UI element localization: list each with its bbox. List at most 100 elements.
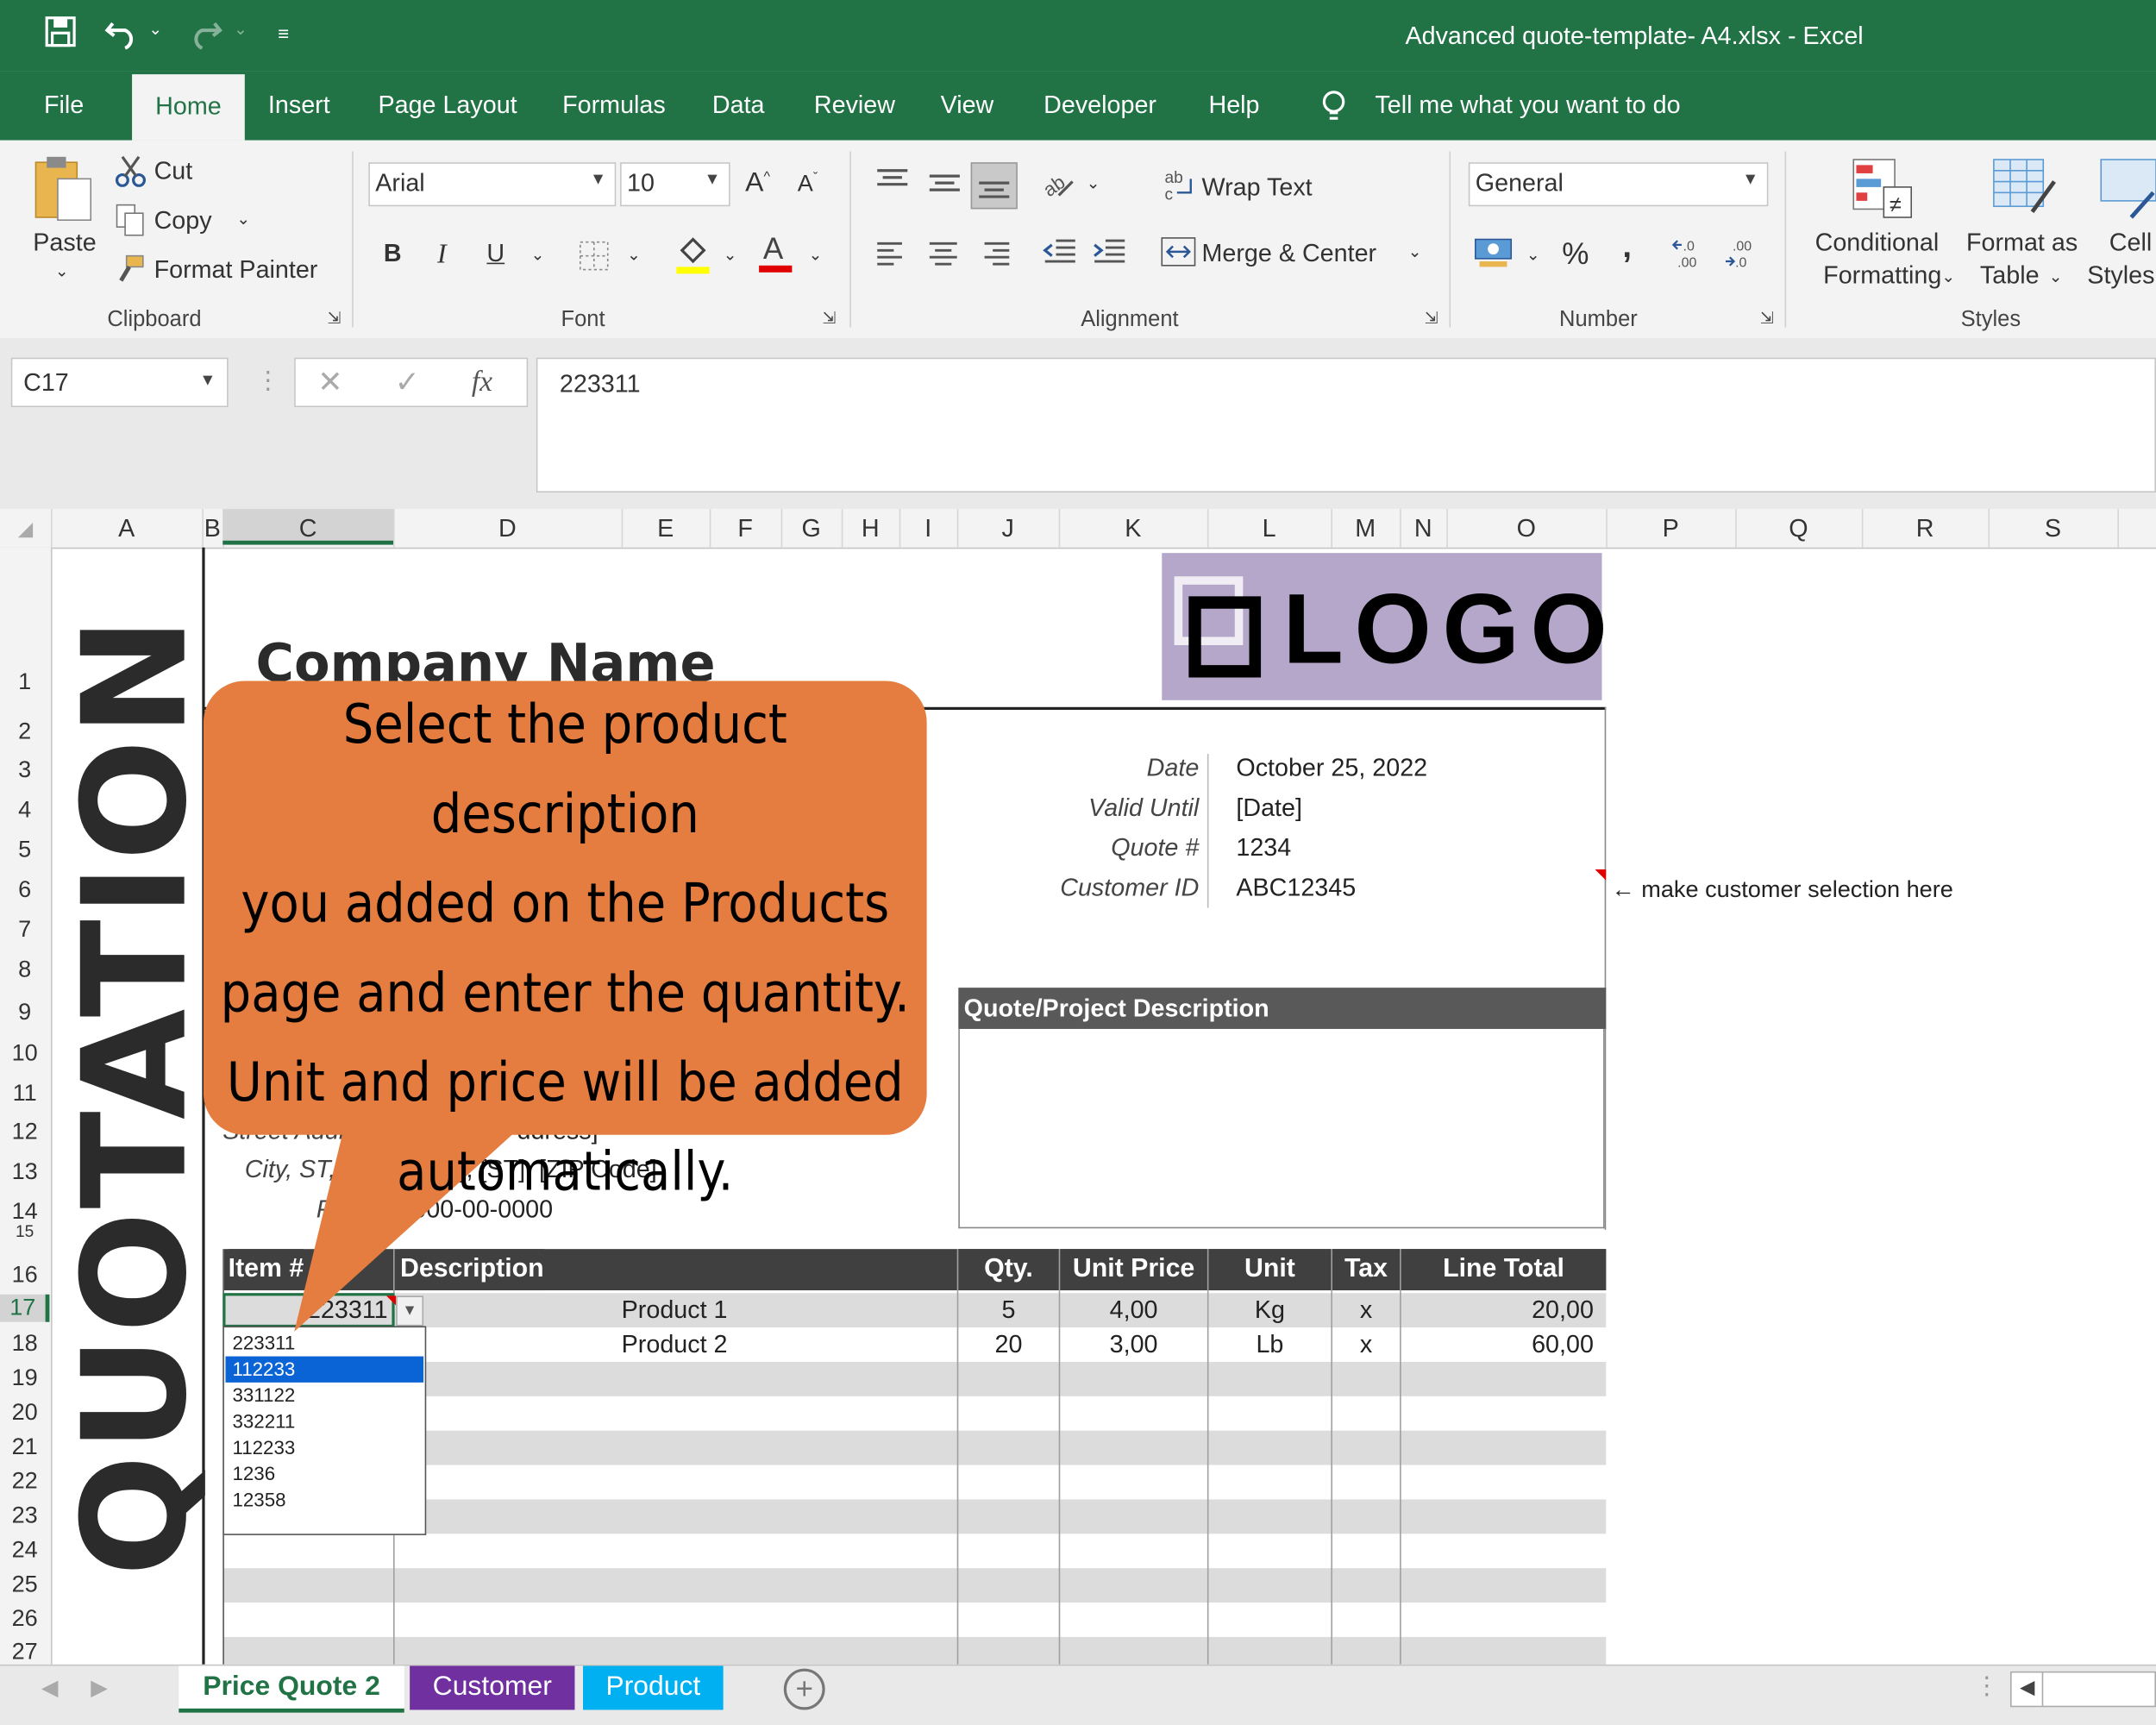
redo-icon[interactable]	[185, 14, 223, 58]
row-header[interactable]: 4	[0, 796, 49, 824]
dropdown-option[interactable]: 331122	[225, 1383, 423, 1408]
table-row[interactable]: 60,00	[1401, 1330, 1594, 1358]
col-header-j[interactable]: J	[957, 514, 1059, 543]
copy-dropdown-icon[interactable]: ⌄	[236, 209, 250, 228]
tab-view[interactable]: View	[941, 91, 994, 119]
paste-dropdown-icon[interactable]: ⌄	[55, 261, 69, 280]
accounting-dropdown-icon[interactable]: ⌄	[1526, 245, 1540, 264]
row-header[interactable]: 3	[0, 756, 49, 784]
col-header-o[interactable]: O	[1446, 514, 1606, 543]
merge-center-button[interactable]: Merge & Center	[1202, 240, 1377, 268]
item-number-dropdown-list[interactable]: 223311 112233 331122 332211 112233 1236 …	[222, 1326, 427, 1535]
increase-indent-icon[interactable]	[1092, 236, 1127, 273]
merge-dropdown-icon[interactable]: ⌄	[1408, 242, 1422, 261]
fill-color-icon[interactable]	[674, 234, 712, 282]
clipboard-launcher-icon[interactable]: ⇲	[327, 308, 341, 327]
paste-icon[interactable]	[33, 154, 93, 230]
col-header-q[interactable]: Q	[1735, 514, 1862, 543]
row-header[interactable]: 6	[0, 876, 49, 904]
col-header-l[interactable]: L	[1207, 514, 1331, 543]
number-launcher-icon[interactable]: ⇲	[1760, 308, 1774, 327]
accounting-format-icon[interactable]	[1474, 234, 1513, 276]
conditional-formatting-label[interactable]: Conditional	[1815, 229, 1940, 257]
wrap-text-icon[interactable]: ab c	[1163, 168, 1196, 208]
undo-icon[interactable]	[104, 14, 143, 58]
col-header-h[interactable]: H	[842, 514, 899, 543]
row-header[interactable]: 26	[0, 1605, 49, 1633]
dropdown-option[interactable]: 1236	[225, 1461, 423, 1487]
table-row[interactable]: 20	[958, 1330, 1058, 1358]
dropdown-option[interactable]: 112233	[225, 1434, 423, 1460]
font-launcher-icon[interactable]: ⇲	[822, 308, 836, 327]
tab-data[interactable]: Data	[712, 91, 765, 119]
save-icon[interactable]	[44, 14, 77, 58]
format-as-table-label2[interactable]: Table	[1980, 261, 2040, 290]
col-header-s[interactable]: S	[1989, 514, 2118, 543]
add-sheet-icon[interactable]: +	[783, 1668, 825, 1710]
row-header[interactable]: 11	[0, 1080, 49, 1107]
row-header[interactable]: 23	[0, 1502, 49, 1530]
row-header[interactable]: 12	[0, 1119, 49, 1146]
cut-button[interactable]: Cut	[154, 157, 193, 185]
tab-formulas[interactable]: Formulas	[562, 91, 666, 119]
date-value[interactable]: October 25, 2022	[1236, 754, 1427, 782]
col-header-m[interactable]: M	[1331, 514, 1400, 543]
conditional-dropdown-icon[interactable]: ⌄	[1941, 267, 1955, 285]
col-header-r[interactable]: R	[1862, 514, 1989, 543]
col-header-a[interactable]: A	[51, 514, 202, 543]
increase-decimal-icon[interactable]: .0.00	[1671, 234, 1711, 279]
row-header[interactable]: 7	[0, 916, 49, 944]
conditional-formatting-label2[interactable]: Formatting	[1823, 261, 1941, 290]
borders-icon[interactable]	[578, 240, 611, 279]
table-row[interactable]: Lb	[1208, 1330, 1331, 1358]
borders-dropdown-icon[interactable]: ⌄	[627, 245, 641, 264]
tab-file[interactable]: File	[44, 91, 84, 119]
table-row[interactable]: Product 2	[622, 1330, 728, 1358]
table-row[interactable]: Product 1	[622, 1295, 728, 1324]
table-row[interactable]: 20,00	[1401, 1295, 1594, 1324]
undo-dropdown-icon[interactable]: ⌄	[148, 19, 162, 38]
tab-splitter-icon[interactable]: ⋮	[1975, 1672, 2000, 1700]
col-header-g[interactable]: G	[781, 514, 842, 543]
name-box[interactable]: C17 ▼	[10, 357, 229, 408]
dropdown-option[interactable]: 332211	[225, 1408, 423, 1434]
comma-style-button[interactable]: ,	[1622, 229, 1632, 267]
merge-center-icon[interactable]	[1161, 236, 1196, 273]
font-color-icon[interactable]: A	[756, 231, 795, 282]
insert-function-icon[interactable]: fx	[472, 365, 492, 399]
align-bottom-icon[interactable]	[970, 162, 1018, 210]
number-format-select[interactable]: General ▼	[1468, 162, 1769, 207]
font-size-select[interactable]: 10 ▼	[620, 162, 730, 207]
col-header-d[interactable]: D	[393, 514, 622, 543]
italic-button[interactable]: I	[437, 240, 447, 272]
tell-me-search[interactable]: Tell me what you want to do	[1375, 91, 1680, 119]
paste-label[interactable]: Paste	[33, 229, 96, 257]
bold-button[interactable]: B	[384, 240, 402, 268]
format-as-table-label[interactable]: Format as	[1966, 229, 2078, 257]
row-header-selected[interactable]: 17	[0, 1294, 50, 1322]
dropdown-option[interactable]: 12358	[225, 1487, 423, 1513]
decrease-indent-icon[interactable]	[1043, 236, 1078, 273]
conditional-formatting-icon[interactable]: ≠	[1851, 157, 1914, 227]
row-header[interactable]: 24	[0, 1537, 49, 1565]
row-header[interactable]: 1	[0, 668, 49, 696]
scroll-left-icon[interactable]: ◀	[2020, 1676, 2034, 1699]
tab-home[interactable]: Home	[132, 74, 245, 141]
quote-number-value[interactable]: 1234	[1236, 834, 1291, 862]
tab-developer[interactable]: Developer	[1044, 91, 1156, 119]
row-header[interactable]: 20	[0, 1399, 49, 1427]
customize-qat-icon[interactable]: ≡	[278, 22, 289, 45]
align-top-icon[interactable]	[874, 168, 910, 203]
col-header-e[interactable]: E	[622, 514, 710, 543]
table-row[interactable]: x	[1332, 1295, 1400, 1324]
cancel-entry-icon[interactable]: ✕	[317, 365, 342, 400]
cut-icon[interactable]	[115, 154, 147, 194]
cell-styles-icon[interactable]	[2098, 157, 2156, 227]
customer-id-value[interactable]: ABC12345	[1236, 874, 1356, 902]
row-header[interactable]: 13	[0, 1158, 49, 1186]
tab-review[interactable]: Review	[814, 91, 895, 119]
format-as-table-dropdown-icon[interactable]: ⌄	[2049, 267, 2063, 285]
tab-page-layout[interactable]: Page Layout	[378, 91, 517, 119]
copy-button[interactable]: Copy	[154, 206, 212, 235]
valid-until-value[interactable]: [Date]	[1236, 794, 1302, 822]
